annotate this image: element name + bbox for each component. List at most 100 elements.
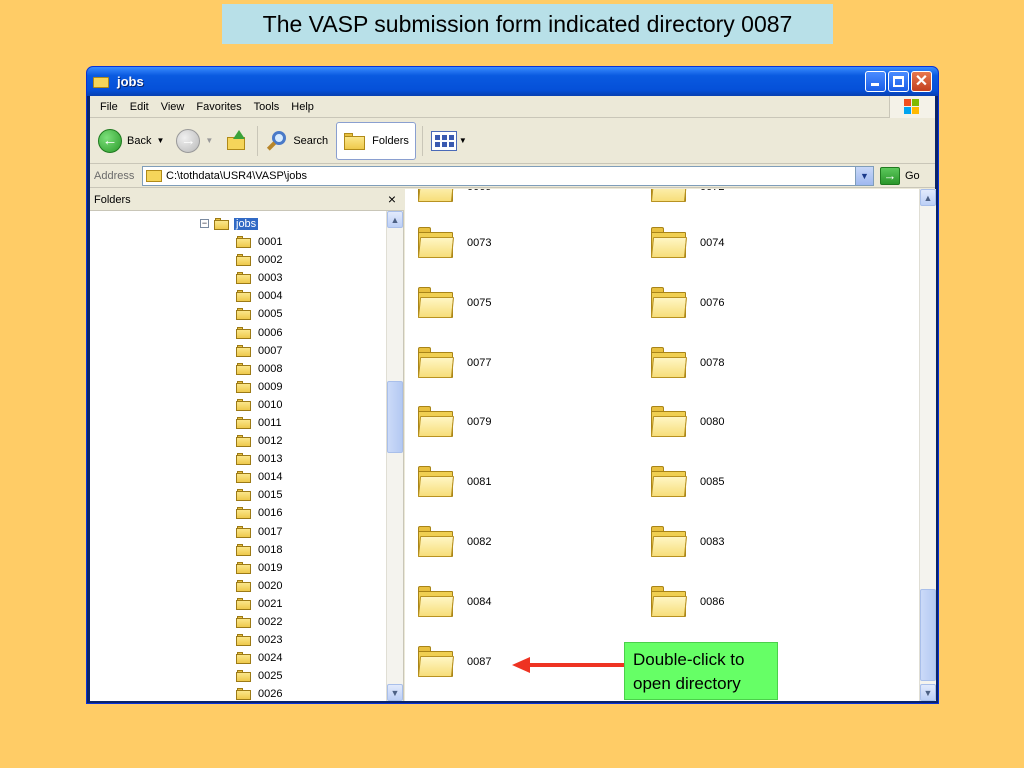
search-button[interactable]: Search (262, 123, 332, 159)
folder-icon (236, 290, 252, 303)
folder-item[interactable]: 0083 (650, 526, 724, 558)
tree-item[interactable]: 0005 (236, 305, 282, 323)
folder-item[interactable]: 0074 (650, 227, 724, 259)
back-button[interactable]: ← Back ▼ (94, 123, 168, 159)
folder-item-label: 0087 (467, 655, 492, 668)
back-dropdown-icon[interactable]: ▼ (156, 136, 164, 145)
folders-pane-close-button[interactable]: × (388, 191, 396, 207)
pointer-arrow-icon (512, 657, 530, 673)
folder-item[interactable]: 0080 (650, 406, 724, 438)
tree-item[interactable]: 0023 (236, 631, 282, 649)
menu-tools[interactable]: Tools (248, 101, 286, 113)
tree-item-label: 0014 (258, 471, 283, 484)
back-label: Back (127, 134, 152, 147)
folder-item-label: 0082 (467, 536, 492, 548)
scroll-up-icon[interactable]: ▲ (387, 211, 403, 228)
tree-item[interactable]: 0016 (236, 504, 282, 522)
address-input[interactable]: C:\tothdata\USR4\VASP\jobs ▼ (142, 165, 874, 186)
tree-item-label: 0023 (258, 634, 283, 647)
address-dropdown-icon[interactable]: ▼ (855, 166, 873, 185)
go-label: Go (905, 169, 920, 182)
forward-button[interactable]: → ▼ (172, 123, 217, 159)
folder-item-label: 0076 (700, 296, 725, 309)
folder-item[interactable]: 0072 (650, 189, 724, 203)
tree-item[interactable]: 0018 (236, 541, 282, 559)
up-folder-button[interactable] (221, 123, 251, 159)
menu-help[interactable]: Help (285, 101, 320, 113)
forward-dropdown-icon[interactable]: ▼ (205, 136, 213, 145)
folders-button[interactable]: Folders (336, 121, 416, 160)
scroll-down-icon[interactable]: ▼ (920, 684, 936, 701)
menu-favorites[interactable]: Favorites (190, 101, 247, 113)
folders-pane-header: Folders × (90, 189, 404, 211)
toolbar-separator (257, 125, 259, 156)
close-button[interactable]: ✕ (911, 71, 932, 92)
tree-item[interactable]: 0010 (236, 396, 282, 414)
scroll-down-icon[interactable]: ▼ (387, 684, 403, 701)
folder-item[interactable]: 0087 (417, 645, 492, 678)
folder-item[interactable]: 0078 (650, 346, 724, 379)
menu-file[interactable]: File (94, 101, 124, 113)
tree-item[interactable]: 0026 (236, 685, 282, 701)
folder-icon (417, 406, 455, 438)
tree-item[interactable]: 0017 (236, 523, 282, 541)
scroll-thumb[interactable] (387, 381, 403, 453)
tree-item[interactable]: 0015 (236, 486, 282, 504)
tree-item[interactable]: 0003 (236, 269, 282, 287)
folder-icon (236, 670, 252, 683)
tree-item[interactable]: 0008 (236, 360, 282, 378)
menu-view[interactable]: View (155, 101, 191, 113)
menu-edit[interactable]: Edit (124, 101, 155, 113)
folder-item[interactable]: 0077 (417, 346, 491, 379)
folder-item[interactable]: 0086 (650, 585, 724, 618)
maximize-button[interactable] (888, 71, 909, 92)
folder-item[interactable]: 0084 (417, 585, 492, 618)
folder-item[interactable]: 0076 (650, 286, 725, 319)
folder-item[interactable]: 0075 (417, 286, 491, 319)
tree-item[interactable]: 0007 (236, 342, 282, 360)
tree-item[interactable]: 0022 (236, 613, 282, 631)
views-dropdown-icon[interactable]: ▼ (459, 136, 467, 145)
tree-item[interactable]: 0006 (236, 323, 282, 341)
tree-item-jobs[interactable]: − jobs (200, 215, 259, 232)
minimize-button[interactable] (865, 71, 886, 92)
folder-item[interactable]: 0081 (417, 466, 491, 498)
tree-item[interactable]: 0021 (236, 595, 282, 613)
folder-item[interactable]: 0069 (417, 189, 491, 203)
search-icon (266, 130, 288, 152)
tree-item[interactable]: 0011 (236, 414, 282, 432)
folder-icon (236, 579, 252, 592)
tree-item[interactable]: 0024 (236, 649, 282, 667)
folders-scrollbar[interactable]: ▲ ▼ (386, 211, 403, 701)
tree-item[interactable]: 0012 (236, 432, 282, 450)
go-button[interactable]: → Go (880, 166, 920, 185)
tree-item-label: 0018 (258, 543, 283, 556)
folder-icon (650, 189, 688, 203)
views-button[interactable]: ▼ (427, 123, 471, 159)
tree-item-label: 0007 (258, 344, 283, 357)
tree-item[interactable]: 0013 (236, 450, 282, 468)
tree-item[interactable]: 0004 (236, 287, 282, 305)
folder-item[interactable]: 0079 (417, 406, 491, 438)
tree-item-label: 0017 (258, 525, 283, 538)
tree-item[interactable]: 0020 (236, 577, 282, 595)
tree-item[interactable]: 0002 (236, 251, 282, 269)
tree-item[interactable]: 0009 (236, 378, 282, 396)
tree-item[interactable]: 0001 (236, 233, 282, 251)
tree-item[interactable]: 0025 (236, 667, 282, 685)
tree-item[interactable]: 0019 (236, 559, 282, 577)
folder-item[interactable]: 0082 (417, 526, 491, 558)
file-list-scrollbar[interactable]: ▲ ▼ (919, 189, 936, 701)
scroll-up-icon[interactable]: ▲ (920, 189, 936, 206)
tree-item-label: 0021 (258, 597, 283, 610)
folder-item[interactable]: 0073 (417, 227, 491, 259)
title-bar[interactable]: jobs ✕ (87, 67, 938, 96)
scroll-thumb[interactable] (920, 589, 936, 681)
tree-item[interactable]: 0014 (236, 468, 282, 486)
folder-icon (236, 652, 252, 665)
explorer-window: jobs ✕ File Edit View Favorites Tools He… (86, 66, 939, 704)
collapse-icon[interactable]: − (200, 219, 209, 228)
folder-item-label: 0079 (467, 416, 492, 429)
folder-item-label: 0084 (467, 595, 492, 608)
folder-item[interactable]: 0085 (650, 466, 724, 498)
